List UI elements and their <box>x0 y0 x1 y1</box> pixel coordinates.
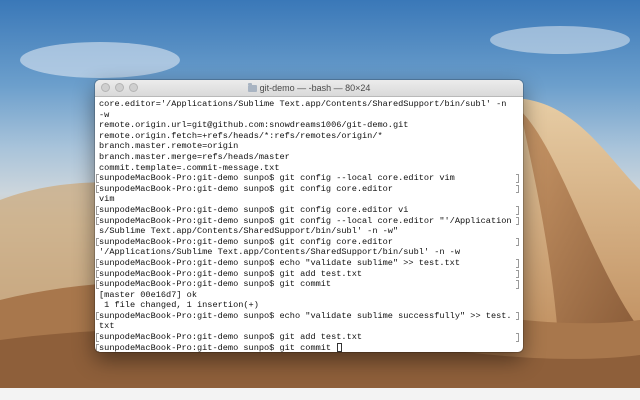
terminal-window[interactable]: git-demo — -bash — 80×24 core.editor='/A… <box>95 80 523 352</box>
terminal-line-text: -w <box>99 109 110 120</box>
terminal-line-text: sunpodeMacBook-Pro:git-demo sunpo$ echo … <box>99 257 460 268</box>
terminal-line-text: sunpodeMacBook-Pro:git-demo sunpo$ git c… <box>99 183 393 194</box>
terminal-line-text: sunpodeMacBook-Pro:git-demo sunpo$ git a… <box>99 268 363 279</box>
terminal-output-line: core.editor='/Applications/Sublime Text.… <box>98 99 523 110</box>
window-title-container: git-demo — -bash — 80×24 <box>95 80 523 96</box>
terminal-output[interactable]: core.editor='/Applications/Sublime Text.… <box>95 97 523 352</box>
title-bar[interactable]: git-demo — -bash — 80×24 <box>95 80 523 97</box>
terminal-output-line: remote.origin.fetch=+refs/heads/*:refs/r… <box>98 131 523 142</box>
terminal-line-text: vim <box>99 194 115 205</box>
terminal-line-text: txt <box>99 321 115 332</box>
terminal-line-text: remote.origin.url=git@github.com:snowdre… <box>99 120 409 131</box>
terminal-prompt-line: sunpodeMacBook-Pro:git-demo sunpo$ echo … <box>96 310 523 322</box>
folder-icon <box>247 83 257 92</box>
terminal-prompt-line: sunpodeMacBook-Pro:git-demo sunpo$ git c… <box>96 342 523 352</box>
terminal-prompt-line: sunpodeMacBook-Pro:git-demo sunpo$ git a… <box>96 268 523 280</box>
terminal-output-line: remote.origin.url=git@github.com:snowdre… <box>98 120 523 131</box>
terminal-line-text: sunpodeMacBook-Pro:git-demo sunpo$ git c… <box>99 173 455 184</box>
terminal-output-line: s/Sublime Text.app/Contents/SharedSuppor… <box>98 226 523 237</box>
terminal-prompt-line: sunpodeMacBook-Pro:git-demo sunpo$ git a… <box>96 332 523 343</box>
terminal-line-text: sunpodeMacBook-Pro:git-demo sunpo$ git c… <box>99 342 337 352</box>
terminal-line-text: sunpodeMacBook-Pro:git-demo sunpo$ git c… <box>99 215 512 226</box>
terminal-output-line: branch.master.remote=origin <box>98 141 523 152</box>
terminal-line-text: remote.origin.fetch=+refs/heads/*:refs/r… <box>99 130 383 141</box>
terminal-prompt-line: sunpodeMacBook-Pro:git-demo sunpo$ git c… <box>96 215 523 227</box>
terminal-line-text: 1 file changed, 1 insertion(+) <box>99 300 259 311</box>
terminal-line-text: '/Applications/Sublime Text.app/Contents… <box>99 247 460 258</box>
terminal-line-text: sunpodeMacBook-Pro:git-demo sunpo$ git c… <box>99 279 332 290</box>
terminal-line-text: sunpodeMacBook-Pro:git-demo sunpo$ git c… <box>99 236 393 247</box>
terminal-output-line: '/Applications/Sublime Text.app/Contents… <box>98 247 523 258</box>
terminal-output-line: commit.template=.commit-message.txt <box>98 163 523 174</box>
terminal-prompt-line: sunpodeMacBook-Pro:git-demo sunpo$ git c… <box>96 173 523 184</box>
terminal-output-line: [master 00e16d7] ok <box>98 290 523 301</box>
terminal-output-line: txt <box>98 321 523 332</box>
terminal-line-text: sunpodeMacBook-Pro:git-demo sunpo$ git a… <box>99 332 363 343</box>
text-cursor <box>337 342 343 352</box>
terminal-output-line: 1 file changed, 1 insertion(+) <box>98 300 523 311</box>
window-title: git-demo — -bash — 80×24 <box>259 83 371 93</box>
terminal-output-line: -w <box>98 110 523 121</box>
terminal-line-text: [master 00e16d7] ok <box>99 289 197 300</box>
terminal-prompt-line: sunpodeMacBook-Pro:git-demo sunpo$ git c… <box>96 204 523 216</box>
terminal-line-text: branch.master.merge=refs/heads/master <box>99 151 290 162</box>
terminal-output-line: branch.master.merge=refs/heads/master <box>98 152 523 163</box>
terminal-line-text: core.editor='/Applications/Sublime Text.… <box>99 99 507 109</box>
terminal-line-text: sunpodeMacBook-Pro:git-demo sunpo$ echo … <box>99 310 512 321</box>
terminal-line-text: commit.template=.commit-message.txt <box>99 162 280 173</box>
terminal-line-text: sunpodeMacBook-Pro:git-demo sunpo$ git c… <box>99 204 409 215</box>
bottom-strip <box>0 388 640 400</box>
terminal-prompt-line: sunpodeMacBook-Pro:git-demo sunpo$ echo … <box>96 257 523 269</box>
terminal-prompt-line: sunpodeMacBook-Pro:git-demo sunpo$ git c… <box>96 236 523 248</box>
terminal-line-text: s/Sublime Text.app/Contents/SharedSuppor… <box>99 226 399 237</box>
terminal-prompt-line: sunpodeMacBook-Pro:git-demo sunpo$ git c… <box>96 183 523 195</box>
terminal-output-line: vim <box>98 194 523 205</box>
terminal-prompt-line: sunpodeMacBook-Pro:git-demo sunpo$ git c… <box>96 279 523 290</box>
terminal-line-text: branch.master.remote=origin <box>99 141 239 152</box>
